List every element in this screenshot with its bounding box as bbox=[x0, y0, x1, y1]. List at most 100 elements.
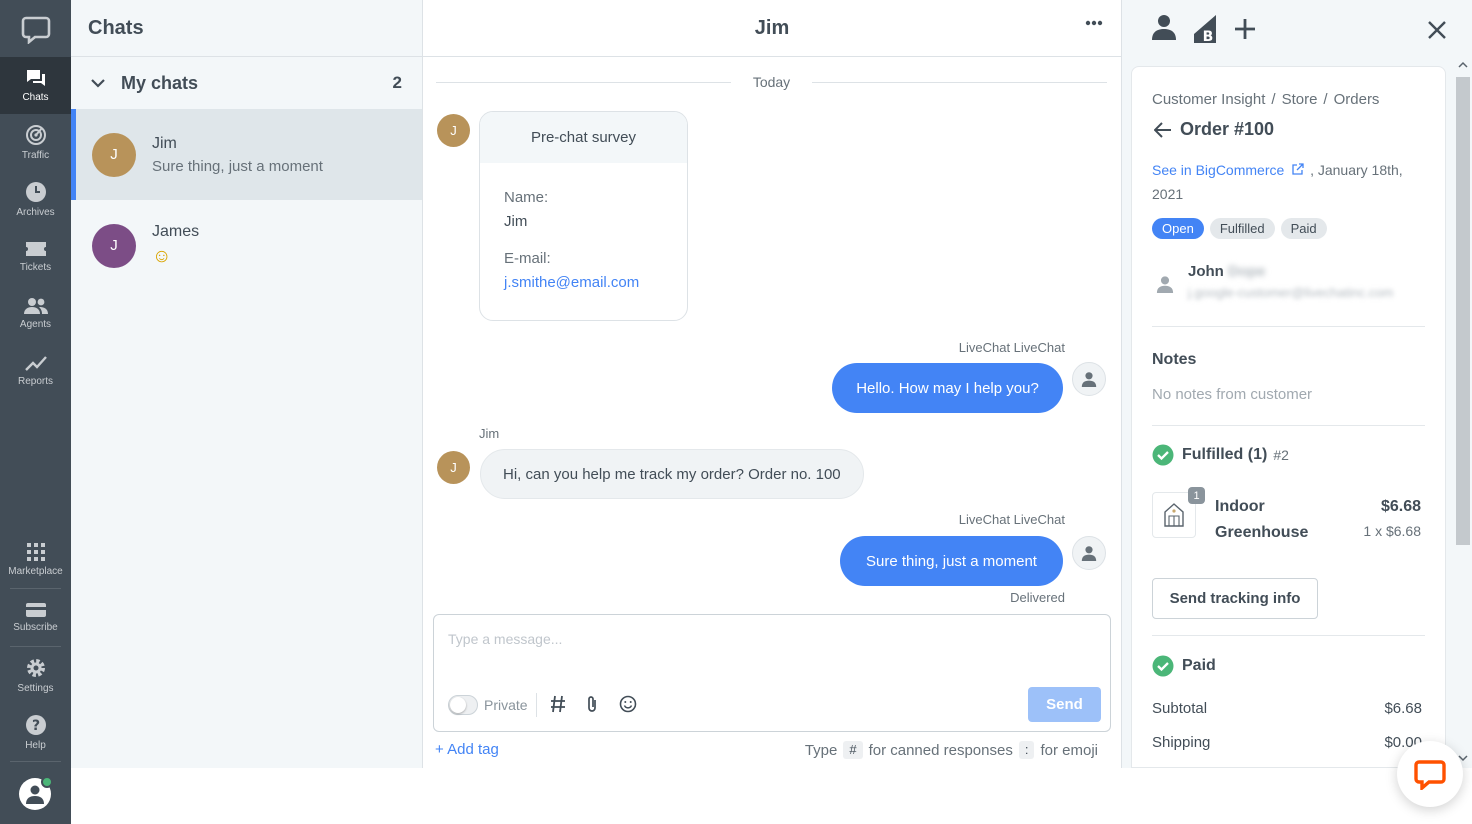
nav-label: Marketplace bbox=[8, 566, 63, 577]
hint-text: for emoji bbox=[1040, 741, 1098, 759]
nav-item-marketplace[interactable]: Marketplace bbox=[0, 531, 71, 588]
survey-name-label: Name: bbox=[504, 189, 549, 206]
chat-title: Jim bbox=[754, 16, 790, 39]
chevron-down-icon bbox=[91, 78, 105, 88]
livechat-logo-icon bbox=[21, 16, 50, 44]
customer-email: j.google-customer@livechatinc.com bbox=[1188, 285, 1394, 300]
chat-bubble-icon bbox=[1414, 760, 1446, 790]
online-status-dot bbox=[41, 776, 53, 788]
paperclip-icon[interactable] bbox=[585, 695, 599, 713]
nav-label: Agents bbox=[19, 319, 52, 330]
customer-first-name: John bbox=[1188, 263, 1224, 280]
customer-name: John Dope bbox=[1188, 263, 1266, 280]
nav-item-agents[interactable]: Agents bbox=[0, 285, 71, 342]
hint-text: Type bbox=[804, 741, 838, 759]
fulfilled-sub: #2 bbox=[1273, 447, 1289, 463]
hash-icon[interactable] bbox=[550, 695, 566, 713]
order-title: Order #100 bbox=[1154, 119, 1274, 140]
nav-item-subscribe[interactable]: Subscribe bbox=[0, 589, 71, 646]
hint-key: : bbox=[1018, 741, 1035, 759]
chat-item-jim[interactable]: J Jim Sure thing, just a moment bbox=[71, 109, 422, 200]
main-nav: Chats Traffic Archives Tickets Agents Re… bbox=[0, 0, 71, 824]
message-bubble-customer: Hi, can you help me track my order? Orde… bbox=[480, 449, 864, 499]
help-icon: ? bbox=[25, 715, 46, 735]
avatar: J bbox=[92, 223, 136, 268]
tab-bigcommerce-icon[interactable]: B bbox=[1190, 14, 1220, 44]
divider bbox=[1152, 635, 1425, 636]
arrow-left-icon[interactable] bbox=[1154, 121, 1172, 138]
panel-scrollbar[interactable] bbox=[1454, 57, 1472, 768]
nav-divider bbox=[10, 761, 61, 762]
details-panel: B Customer Insight / Store / Orders Order #1… bbox=[1121, 0, 1472, 768]
breadcrumb-item[interactable]: Orders bbox=[1334, 91, 1380, 108]
nav-item-tickets[interactable]: Tickets bbox=[0, 228, 71, 285]
more-options-icon[interactable] bbox=[1085, 20, 1103, 26]
nav-label: Tickets bbox=[19, 262, 52, 273]
day-separator: Today bbox=[436, 72, 1108, 92]
see-in-bigcommerce-link[interactable]: See in BigCommerce bbox=[1152, 162, 1284, 178]
group-count: 2 bbox=[392, 73, 402, 92]
nav-label: Settings bbox=[17, 683, 54, 694]
grid-icon bbox=[26, 543, 45, 561]
livechat-logo[interactable] bbox=[0, 0, 71, 57]
message-composer[interactable]: Type a message... Private Send bbox=[433, 614, 1111, 732]
chat-list-title: Chats bbox=[71, 0, 422, 57]
avatar: J bbox=[437, 114, 470, 147]
divider bbox=[1152, 326, 1425, 327]
add-app-icon[interactable] bbox=[1234, 18, 1256, 40]
pre-chat-survey-card: Pre-chat survey Name: Jim E-mail: j.smit… bbox=[479, 111, 688, 321]
chat-item-preview: ☺ bbox=[152, 246, 172, 267]
survey-email-link[interactable]: j.smithe@email.com bbox=[504, 274, 663, 291]
message-bubble-agent: Sure thing, just a moment bbox=[840, 536, 1063, 586]
livechat-widget-button[interactable] bbox=[1397, 741, 1463, 807]
nav-item-traffic[interactable]: Traffic bbox=[0, 114, 71, 171]
order-number: Order #100 bbox=[1180, 119, 1275, 139]
emoji-icon[interactable] bbox=[619, 695, 637, 713]
avatar: J bbox=[92, 132, 136, 177]
nav-item-help[interactable]: ? Help bbox=[0, 704, 71, 761]
customer-last-name: Dope bbox=[1228, 263, 1266, 280]
traffic-icon bbox=[25, 125, 46, 145]
product-name: Indoor Greenhouse bbox=[1215, 498, 1309, 541]
message-author: LiveChat LiveChat bbox=[958, 340, 1065, 355]
nav-item-settings[interactable]: Settings bbox=[0, 647, 71, 704]
card-icon bbox=[25, 603, 46, 617]
nav-item-archives[interactable]: Archives bbox=[0, 171, 71, 228]
tab-customer-icon[interactable] bbox=[1152, 14, 1176, 40]
order-details-card: Customer Insight / Store / Orders Order #100… bbox=[1131, 66, 1446, 768]
product-qty-badge: 1 bbox=[1188, 487, 1205, 504]
chat-list-panel: Chats My chats 2 J Jim Sure thing, just … bbox=[71, 0, 423, 768]
scrollbar-thumb[interactable] bbox=[1456, 77, 1470, 545]
breadcrumb-item[interactable]: Store bbox=[1282, 91, 1318, 108]
subtotal-row: Subtotal $6.68 bbox=[1152, 700, 1422, 717]
clock-icon bbox=[25, 182, 46, 202]
greenhouse-icon bbox=[1164, 503, 1184, 527]
user-icon bbox=[1081, 372, 1097, 387]
breadcrumb-item[interactable]: Customer Insight bbox=[1152, 91, 1265, 108]
close-icon[interactable] bbox=[1427, 20, 1447, 40]
divider bbox=[1152, 425, 1425, 426]
ticket-icon bbox=[25, 242, 46, 256]
private-toggle[interactable] bbox=[448, 695, 478, 715]
nav-label: Chats bbox=[22, 92, 49, 103]
subtotal-value: $6.68 bbox=[1384, 700, 1422, 717]
product-price: $6.68 bbox=[1380, 498, 1421, 515]
subtotal-label: Subtotal bbox=[1152, 700, 1208, 717]
nav-item-chats[interactable]: Chats bbox=[0, 57, 71, 114]
chat-header: Jim bbox=[423, 0, 1121, 57]
status-badge: Paid bbox=[1280, 218, 1327, 239]
message-input[interactable]: Type a message... bbox=[448, 631, 562, 647]
chevron-up-icon[interactable] bbox=[1458, 61, 1468, 68]
my-chats-group-header[interactable]: My chats 2 bbox=[71, 57, 422, 109]
my-avatar[interactable] bbox=[19, 776, 53, 810]
add-tag-link[interactable]: + Add tag bbox=[435, 741, 499, 758]
external-link-icon[interactable] bbox=[1292, 163, 1304, 175]
hint-key: # bbox=[843, 741, 863, 759]
survey-name-value: Jim bbox=[504, 213, 528, 230]
chat-item-james[interactable]: J James ☺ bbox=[71, 200, 422, 291]
send-tracking-info-button[interactable]: Send tracking info bbox=[1152, 578, 1318, 619]
nav-item-reports[interactable]: Reports bbox=[0, 342, 71, 399]
send-button[interactable]: Send bbox=[1028, 687, 1101, 722]
agent-avatar bbox=[1072, 536, 1106, 570]
breadcrumb: Customer Insight / Store / Orders bbox=[1152, 91, 1380, 108]
